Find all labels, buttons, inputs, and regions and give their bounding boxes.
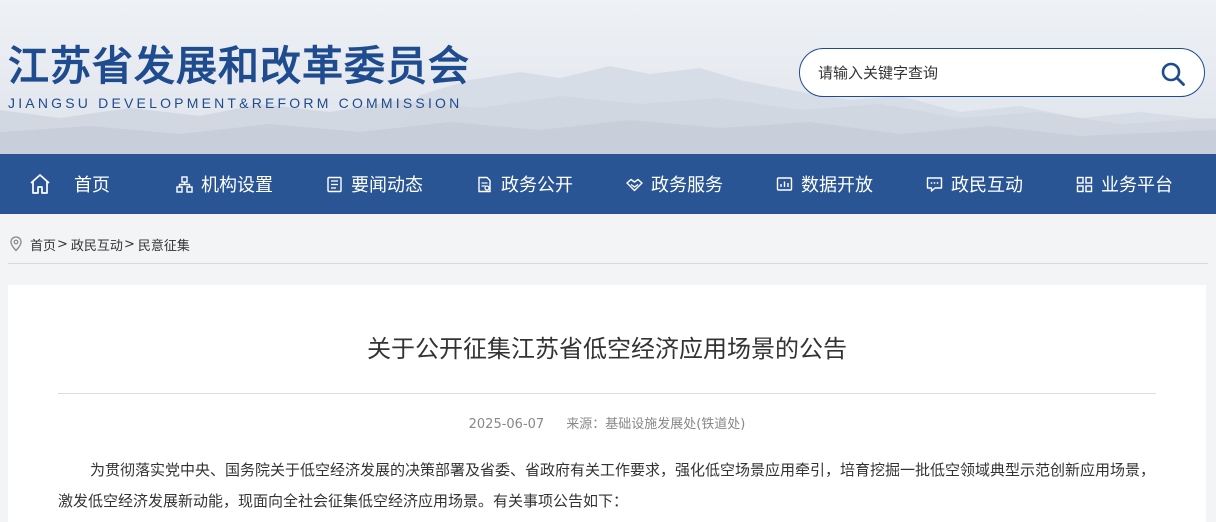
main-nav: 首页 机构设置 要闻动态 政务公开 政务服务 数据开放 政民互动 业务平台 [0, 154, 1216, 214]
nav-item-news[interactable]: 要闻动态 [326, 154, 423, 214]
title-divider [58, 393, 1156, 394]
org-chart-icon [176, 175, 193, 193]
nav-item-interaction[interactable]: 政民互动 [926, 154, 1023, 214]
site-header: 江苏省发展和改革委员会 JIANGSU DEVELOPMENT&REFORM C… [0, 0, 1216, 154]
news-icon [327, 176, 342, 192]
article-meta: 2025-06-07 来源：基础设施发展处(铁道处) [8, 413, 1206, 432]
site-subtitle: JIANGSU DEVELOPMENT&REFORM COMMISSION [8, 95, 463, 111]
nav-label: 要闻动态 [351, 175, 423, 196]
nav-label: 数据开放 [801, 175, 873, 196]
breadcrumb-interaction[interactable]: 政民互动 [71, 235, 123, 254]
nav-label: 政务公开 [501, 175, 573, 196]
article-date: 2025-06-07 [468, 417, 545, 432]
article-title: 关于公开征集江苏省低空经济应用场景的公告 [367, 335, 847, 363]
breadcrumb-current[interactable]: 民意征集 [138, 235, 190, 254]
home-icon [30, 174, 50, 194]
search-icon[interactable] [1160, 61, 1186, 87]
breadcrumb-separator: > [57, 236, 68, 252]
breadcrumb-separator: > [123, 236, 135, 252]
nav-item-gov-affairs[interactable]: 政务公开 [476, 154, 573, 214]
nav-label: 首页 [74, 175, 110, 196]
nav-item-business-platform[interactable]: 业务平台 [1076, 154, 1173, 214]
nav-label: 政务服务 [651, 175, 723, 196]
data-chart-icon [776, 176, 793, 191]
article-panel: 关于公开征集江苏省低空经济应用场景的公告 2025-06-07 来源：基础设施发展… [8, 285, 1206, 522]
article-paragraph: 为贯彻落实党中央、国务院关于低空经济发展的决策部署及省委、省政府有关工作要求，强… [58, 461, 1156, 510]
search-input[interactable] [816, 61, 1140, 85]
nav-label: 业务平台 [1101, 175, 1173, 196]
chat-icon [926, 176, 943, 192]
nav-item-open-data[interactable]: 数据开放 [776, 154, 873, 214]
nav-label: 政民互动 [951, 175, 1023, 196]
handshake-icon [626, 178, 643, 191]
site-title[interactable]: 江苏省发展和改革委员会 [8, 32, 470, 92]
breadcrumb-home[interactable]: 首页 [30, 235, 56, 254]
nav-label: 机构设置 [201, 175, 273, 196]
breadcrumb: 首页 > 政民互动 > 民意征集 [8, 234, 190, 254]
search-box [799, 48, 1205, 97]
breadcrumb-divider [8, 263, 1208, 264]
article-source: 来源：基础设施发展处(铁道处) [566, 417, 746, 432]
nav-item-organization[interactable]: 机构设置 [176, 154, 273, 214]
nav-item-gov-services[interactable]: 政务服务 [626, 154, 723, 214]
grid-icon [1076, 176, 1093, 192]
document-icon [478, 176, 491, 192]
nav-item-home[interactable]: 首页 [28, 154, 110, 214]
location-icon [10, 236, 22, 252]
